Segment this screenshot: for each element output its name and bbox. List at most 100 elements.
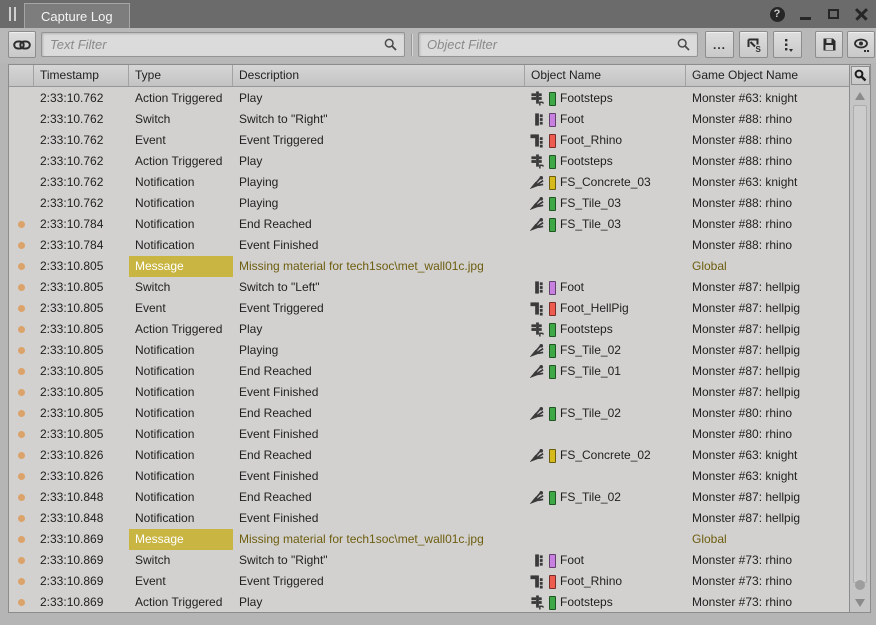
object-filter-input[interactable] — [419, 33, 677, 56]
log-row[interactable]: 2:33:10.762 Notification Playing FS_Conc… — [9, 172, 849, 193]
type-label: Message — [129, 529, 233, 550]
search-icon — [854, 69, 867, 82]
cell-description: Play — [233, 592, 525, 613]
type-label: Notification — [129, 361, 233, 382]
log-row[interactable]: 2:33:10.805 Notification Event Finished … — [9, 382, 849, 403]
log-row[interactable]: 2:33:10.784 Notification Event Finished … — [9, 235, 849, 256]
log-row[interactable]: 2:33:10.805 Event Event Triggered Foot_H… — [9, 298, 849, 319]
cell-description: Event Triggered — [233, 130, 525, 151]
activity-dot-icon — [18, 347, 25, 354]
column-header-object-name[interactable]: Object Name — [525, 65, 686, 86]
cell-description: Playing — [233, 340, 525, 361]
column-header-description[interactable]: Description — [233, 65, 525, 86]
ellipsis-icon: ... — [713, 38, 726, 52]
log-row[interactable]: 2:33:10.869 Switch Switch to "Right" Foo… — [9, 550, 849, 571]
log-row[interactable]: 2:33:10.869 Action Triggered Play Footst… — [9, 592, 849, 613]
minimize-button[interactable] — [796, 5, 814, 23]
cell-game-object: Monster #63: knight — [686, 445, 849, 466]
log-row[interactable]: 2:33:10.848 Notification End Reached FS_… — [9, 487, 849, 508]
maximize-button[interactable] — [824, 5, 842, 23]
activity-dot-icon — [18, 557, 25, 564]
log-row[interactable]: 2:33:10.784 Notification End Reached FS_… — [9, 214, 849, 235]
log-row[interactable]: 2:33:10.805 Message Missing material for… — [9, 256, 849, 277]
cell-description: Switch to "Right" — [233, 109, 525, 130]
cell-game-object: Global — [686, 256, 849, 277]
tab-capture-log[interactable]: Capture Log — [24, 3, 130, 28]
cell-description: End Reached — [233, 445, 525, 466]
log-row[interactable]: 2:33:10.762 Switch Switch to "Right" Foo… — [9, 109, 849, 130]
column-header-timestamp[interactable]: Timestamp — [34, 65, 129, 86]
text-filter-input[interactable] — [42, 33, 384, 56]
cell-timestamp: 2:33:10.869 — [34, 571, 129, 592]
cell-game-object: Monster #88: rhino — [686, 151, 849, 172]
column-header-type[interactable]: Type — [129, 65, 233, 86]
random-container-icon — [530, 154, 545, 169]
switch-icon — [530, 301, 545, 316]
menu-button[interactable] — [773, 31, 802, 58]
scrollbar-thumb[interactable] — [853, 105, 867, 583]
log-row[interactable]: 2:33:10.762 Action Triggered Play Footst… — [9, 88, 849, 109]
voices-settings-icon: S — [746, 37, 762, 53]
dock-handle-icon[interactable] — [5, 7, 19, 21]
object-type-icon — [530, 280, 545, 295]
object-type-icon — [530, 91, 545, 106]
filter-options-button[interactable]: ... — [705, 31, 734, 58]
log-row[interactable]: 2:33:10.869 Event Event Triggered Foot_R… — [9, 571, 849, 592]
cell-description: Play — [233, 88, 525, 109]
object-type-icon — [530, 322, 545, 337]
activity-dot-icon — [18, 494, 25, 501]
random-container-icon — [530, 595, 545, 610]
save-button[interactable] — [815, 31, 843, 58]
column-header-indicator[interactable] — [9, 65, 34, 86]
log-row[interactable]: 2:33:10.826 Notification End Reached FS_… — [9, 445, 849, 466]
cell-game-object: Monster #88: rhino — [686, 109, 849, 130]
log-row[interactable]: 2:33:10.762 Notification Playing FS_Tile… — [9, 193, 849, 214]
object-name-label: FS_Tile_02 — [560, 487, 621, 508]
scroll-up-button[interactable] — [854, 91, 866, 101]
log-row[interactable]: 2:33:10.826 Notification Event Finished … — [9, 466, 849, 487]
voices-settings-button[interactable]: S — [739, 31, 768, 58]
activity-dot-icon — [18, 473, 25, 480]
random-container-icon — [530, 91, 545, 106]
log-row[interactable]: 2:33:10.848 Notification Event Finished … — [9, 508, 849, 529]
object-color-chip — [549, 449, 556, 463]
type-label: Notification — [129, 382, 233, 403]
log-row[interactable]: 2:33:10.805 Switch Switch to "Left" Foot… — [9, 277, 849, 298]
cell-game-object: Monster #87: hellpig — [686, 382, 849, 403]
object-color-chip — [549, 218, 556, 232]
scroll-down-button[interactable] — [854, 598, 866, 608]
cell-timestamp: 2:33:10.762 — [34, 151, 129, 172]
capture-log-table: Timestamp Type Description Object Name G… — [8, 64, 849, 613]
sound-icon — [530, 343, 545, 358]
log-row[interactable]: 2:33:10.762 Action Triggered Play Footst… — [9, 151, 849, 172]
object-name-label: Foot — [560, 109, 584, 130]
log-row[interactable]: 2:33:10.805 Notification End Reached FS_… — [9, 361, 849, 382]
cell-game-object: Monster #63: knight — [686, 172, 849, 193]
log-row[interactable]: 2:33:10.805 Notification End Reached FS_… — [9, 403, 849, 424]
object-color-chip — [549, 155, 556, 169]
cell-timestamp: 2:33:10.762 — [34, 172, 129, 193]
log-row[interactable]: 2:33:10.869 Message Missing material for… — [9, 529, 849, 550]
cell-game-object: Monster #87: hellpig — [686, 508, 849, 529]
help-button[interactable]: ? — [768, 5, 786, 23]
search-icon — [384, 38, 397, 51]
cell-timestamp: 2:33:10.805 — [34, 298, 129, 319]
cell-timestamp: 2:33:10.826 — [34, 466, 129, 487]
close-button[interactable] — [852, 5, 870, 23]
cell-game-object: Monster #87: hellpig — [686, 319, 849, 340]
column-search-button[interactable] — [851, 66, 870, 85]
sound-icon — [530, 217, 545, 232]
object-type-icon — [530, 343, 545, 358]
object-name-label: FS_Tile_02 — [560, 340, 621, 361]
column-header-game-object-name[interactable]: Game Object Name — [686, 65, 850, 86]
cell-description: Play — [233, 319, 525, 340]
cell-timestamp: 2:33:10.805 — [34, 424, 129, 445]
cell-timestamp: 2:33:10.869 — [34, 529, 129, 550]
log-row[interactable]: 2:33:10.762 Event Event Triggered Foot_R… — [9, 130, 849, 151]
log-row[interactable]: 2:33:10.805 Action Triggered Play Footst… — [9, 319, 849, 340]
view-options-button[interactable] — [847, 31, 875, 58]
minimize-icon — [800, 17, 811, 20]
log-row[interactable]: 2:33:10.805 Notification Playing FS_Tile… — [9, 340, 849, 361]
link-button[interactable] — [8, 31, 36, 58]
log-row[interactable]: 2:33:10.805 Notification Event Finished … — [9, 424, 849, 445]
